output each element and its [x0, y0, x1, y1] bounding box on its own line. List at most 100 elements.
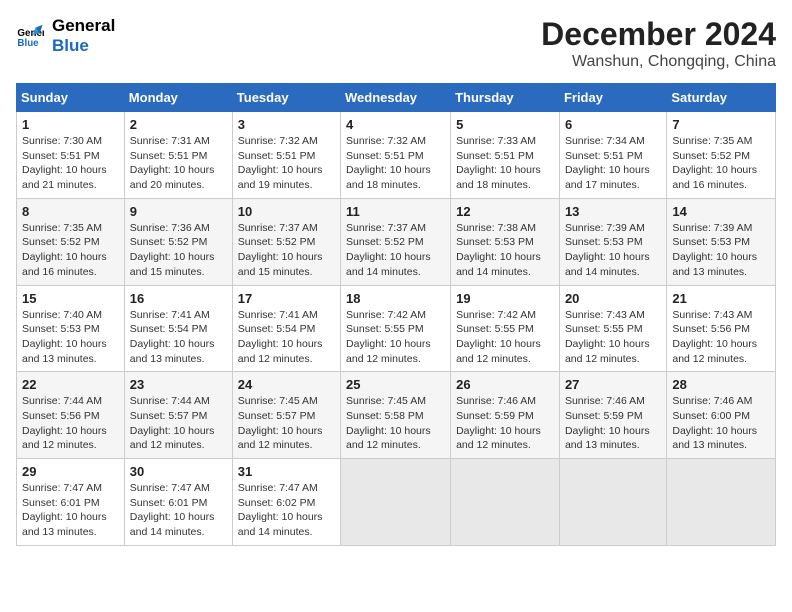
day-info: Sunrise: 7:35 AM Sunset: 5:52 PM Dayligh…	[672, 134, 770, 193]
calendar-header-row: SundayMondayTuesdayWednesdayThursdayFrid…	[17, 84, 776, 112]
calendar-cell: 3 Sunrise: 7:32 AM Sunset: 5:51 PM Daylig…	[232, 112, 340, 199]
calendar-cell: 19 Sunrise: 7:42 AM Sunset: 5:55 PM Dayli…	[451, 285, 560, 372]
day-number: 13	[565, 204, 661, 219]
calendar-cell: 8Sunrise: 7:35 AM Sunset: 5:52 PM Daylig…	[17, 198, 125, 285]
calendar-cell: 14Sunrise: 7:39 AM Sunset: 5:53 PM Dayli…	[667, 198, 776, 285]
day-number: 7	[672, 117, 770, 132]
calendar-cell: 4 Sunrise: 7:32 AM Sunset: 5:51 PM Daylig…	[341, 112, 451, 199]
day-info: Sunrise: 7:46 AM Sunset: 6:00 PM Dayligh…	[672, 394, 770, 453]
day-number: 8	[22, 204, 119, 219]
calendar-cell: 12Sunrise: 7:38 AM Sunset: 5:53 PM Dayli…	[451, 198, 560, 285]
day-info: Sunrise: 7:47 AM Sunset: 6:01 PM Dayligh…	[22, 481, 119, 540]
day-number: 31	[238, 464, 335, 479]
day-number: 11	[346, 204, 445, 219]
calendar-cell: 25 Sunrise: 7:45 AM Sunset: 5:58 PM Dayli…	[341, 372, 451, 459]
day-number: 9	[130, 204, 227, 219]
day-info: Sunrise: 7:34 AM Sunset: 5:51 PM Dayligh…	[565, 134, 661, 193]
day-info: Sunrise: 7:41 AM Sunset: 5:54 PM Dayligh…	[130, 308, 227, 367]
day-of-week-header: Friday	[559, 84, 666, 112]
day-number: 25	[346, 377, 445, 392]
day-info: Sunrise: 7:45 AM Sunset: 5:58 PM Dayligh…	[346, 394, 445, 453]
calendar-cell	[559, 459, 666, 546]
day-info: Sunrise: 7:44 AM Sunset: 5:56 PM Dayligh…	[22, 394, 119, 453]
day-number: 23	[130, 377, 227, 392]
day-info: Sunrise: 7:32 AM Sunset: 5:51 PM Dayligh…	[238, 134, 335, 193]
calendar-cell: 22Sunrise: 7:44 AM Sunset: 5:56 PM Dayli…	[17, 372, 125, 459]
calendar-cell: 5 Sunrise: 7:33 AM Sunset: 5:51 PM Daylig…	[451, 112, 560, 199]
day-info: Sunrise: 7:31 AM Sunset: 5:51 PM Dayligh…	[130, 134, 227, 193]
day-number: 21	[672, 291, 770, 306]
calendar-table: SundayMondayTuesdayWednesdayThursdayFrid…	[16, 83, 776, 546]
day-number: 16	[130, 291, 227, 306]
calendar-cell: 15 Sunrise: 7:40 AM Sunset: 5:53 PM Dayli…	[17, 285, 125, 372]
day-of-week-header: Thursday	[451, 84, 560, 112]
calendar-cell: 24Sunrise: 7:45 AM Sunset: 5:57 PM Dayli…	[232, 372, 340, 459]
day-number: 10	[238, 204, 335, 219]
day-info: Sunrise: 7:30 AM Sunset: 5:51 PM Dayligh…	[22, 134, 119, 193]
day-number: 12	[456, 204, 554, 219]
day-info: Sunrise: 7:46 AM Sunset: 5:59 PM Dayligh…	[565, 394, 661, 453]
day-number: 5	[456, 117, 554, 132]
day-info: Sunrise: 7:44 AM Sunset: 5:57 PM Dayligh…	[130, 394, 227, 453]
day-info: Sunrise: 7:37 AM Sunset: 5:52 PM Dayligh…	[238, 221, 335, 280]
day-number: 14	[672, 204, 770, 219]
calendar-cell: 27 Sunrise: 7:46 AM Sunset: 5:59 PM Dayli…	[559, 372, 666, 459]
calendar-cell: 10 Sunrise: 7:37 AM Sunset: 5:52 PM Dayli…	[232, 198, 340, 285]
day-info: Sunrise: 7:43 AM Sunset: 5:56 PM Dayligh…	[672, 308, 770, 367]
day-info: Sunrise: 7:32 AM Sunset: 5:51 PM Dayligh…	[346, 134, 445, 193]
logo-icon: General Blue	[16, 22, 44, 50]
calendar-cell: 11 Sunrise: 7:37 AM Sunset: 5:52 PM Dayli…	[341, 198, 451, 285]
logo-blue: Blue	[52, 36, 115, 56]
calendar-cell: 17 Sunrise: 7:41 AM Sunset: 5:54 PM Dayli…	[232, 285, 340, 372]
day-number: 26	[456, 377, 554, 392]
day-info: Sunrise: 7:37 AM Sunset: 5:52 PM Dayligh…	[346, 221, 445, 280]
calendar-cell: 9 Sunrise: 7:36 AM Sunset: 5:52 PM Daylig…	[124, 198, 232, 285]
calendar-cell: 26 Sunrise: 7:46 AM Sunset: 5:59 PM Dayli…	[451, 372, 560, 459]
location-title: Wanshun, Chongqing, China	[541, 53, 776, 71]
day-number: 20	[565, 291, 661, 306]
day-number: 4	[346, 117, 445, 132]
day-info: Sunrise: 7:47 AM Sunset: 6:02 PM Dayligh…	[238, 481, 335, 540]
day-info: Sunrise: 7:46 AM Sunset: 5:59 PM Dayligh…	[456, 394, 554, 453]
calendar-week-row: 1 Sunrise: 7:30 AM Sunset: 5:51 PM Daylig…	[17, 112, 776, 199]
calendar-cell: 29 Sunrise: 7:47 AM Sunset: 6:01 PM Dayli…	[17, 459, 125, 546]
page-header: General Blue General Blue December 2024 …	[16, 16, 776, 71]
day-info: Sunrise: 7:42 AM Sunset: 5:55 PM Dayligh…	[346, 308, 445, 367]
calendar-week-row: 15 Sunrise: 7:40 AM Sunset: 5:53 PM Dayli…	[17, 285, 776, 372]
month-year-title: December 2024	[541, 16, 776, 53]
day-info: Sunrise: 7:36 AM Sunset: 5:52 PM Dayligh…	[130, 221, 227, 280]
calendar-cell: 7 Sunrise: 7:35 AM Sunset: 5:52 PM Daylig…	[667, 112, 776, 199]
day-number: 28	[672, 377, 770, 392]
calendar-cell: 18Sunrise: 7:42 AM Sunset: 5:55 PM Dayli…	[341, 285, 451, 372]
day-info: Sunrise: 7:33 AM Sunset: 5:51 PM Dayligh…	[456, 134, 554, 193]
day-info: Sunrise: 7:42 AM Sunset: 5:55 PM Dayligh…	[456, 308, 554, 367]
calendar-cell	[341, 459, 451, 546]
day-number: 6	[565, 117, 661, 132]
calendar-week-row: 8Sunrise: 7:35 AM Sunset: 5:52 PM Daylig…	[17, 198, 776, 285]
day-number: 27	[565, 377, 661, 392]
calendar-cell: 20Sunrise: 7:43 AM Sunset: 5:55 PM Dayli…	[559, 285, 666, 372]
day-info: Sunrise: 7:40 AM Sunset: 5:53 PM Dayligh…	[22, 308, 119, 367]
day-number: 30	[130, 464, 227, 479]
calendar-cell: 1 Sunrise: 7:30 AM Sunset: 5:51 PM Daylig…	[17, 112, 125, 199]
day-of-week-header: Monday	[124, 84, 232, 112]
day-number: 29	[22, 464, 119, 479]
calendar-cell: 30Sunrise: 7:47 AM Sunset: 6:01 PM Dayli…	[124, 459, 232, 546]
day-number: 1	[22, 117, 119, 132]
calendar-cell: 13 Sunrise: 7:39 AM Sunset: 5:53 PM Dayli…	[559, 198, 666, 285]
day-number: 15	[22, 291, 119, 306]
calendar-cell: 28 Sunrise: 7:46 AM Sunset: 6:00 PM Dayli…	[667, 372, 776, 459]
logo-general: General	[52, 16, 115, 36]
calendar-cell: 21 Sunrise: 7:43 AM Sunset: 5:56 PM Dayli…	[667, 285, 776, 372]
day-info: Sunrise: 7:41 AM Sunset: 5:54 PM Dayligh…	[238, 308, 335, 367]
calendar-cell	[667, 459, 776, 546]
day-of-week-header: Tuesday	[232, 84, 340, 112]
calendar-cell: 31 Sunrise: 7:47 AM Sunset: 6:02 PM Dayli…	[232, 459, 340, 546]
day-number: 19	[456, 291, 554, 306]
day-info: Sunrise: 7:39 AM Sunset: 5:53 PM Dayligh…	[565, 221, 661, 280]
day-number: 17	[238, 291, 335, 306]
day-number: 3	[238, 117, 335, 132]
day-of-week-header: Sunday	[17, 84, 125, 112]
day-of-week-header: Wednesday	[341, 84, 451, 112]
svg-text:Blue: Blue	[17, 38, 39, 49]
